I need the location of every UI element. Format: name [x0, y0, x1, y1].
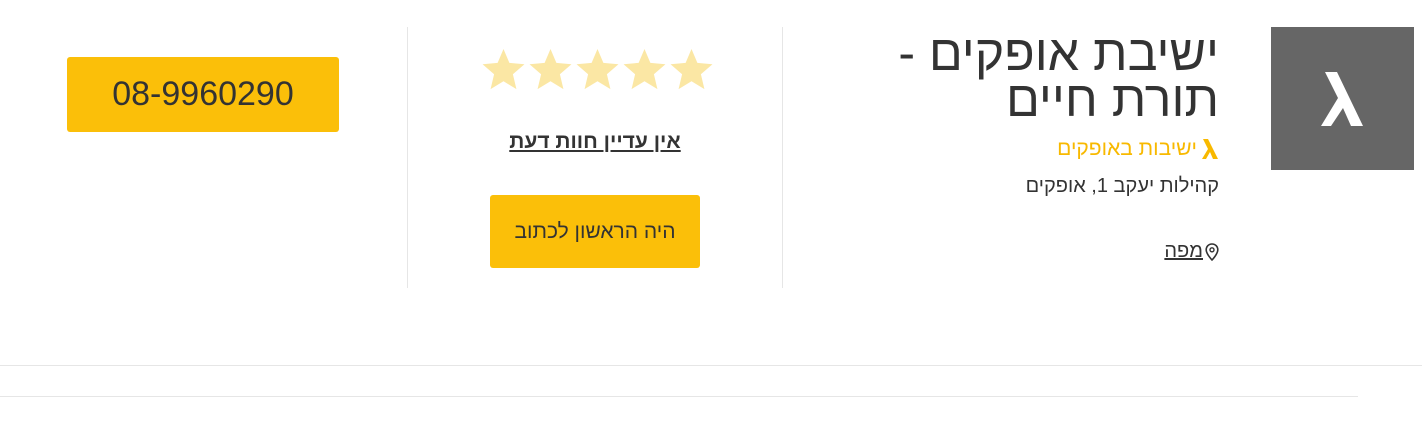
map-link-label: מפה — [1164, 240, 1203, 262]
star-icon[interactable] — [527, 46, 574, 93]
business-title: ישיבת אופקים - תורת חיים — [898, 25, 1219, 127]
category-link[interactable]: ישיבות באופקים — [1057, 137, 1219, 161]
no-reviews-link[interactable]: אין עדיין חוות דעת — [408, 130, 782, 154]
column-divider-left — [407, 27, 408, 288]
business-address: קהילות יעקב 1, אופקים — [1025, 175, 1219, 197]
rating-stars[interactable] — [480, 46, 716, 94]
map-link[interactable]: מפה — [1164, 240, 1219, 263]
write-review-button[interactable]: היה הראשון לכתוב — [490, 195, 700, 268]
lambda-category-icon — [1202, 139, 1218, 159]
star-icon[interactable] — [668, 46, 715, 93]
category-label: ישיבות באופקים — [1057, 137, 1197, 160]
business-logo — [1271, 27, 1414, 170]
phone-button[interactable]: 08-9960290 — [67, 57, 339, 132]
lambda-logo-icon — [1320, 71, 1363, 126]
star-icon[interactable] — [574, 46, 621, 93]
section-divider — [0, 365, 1422, 366]
column-divider-right — [782, 27, 783, 288]
star-icon[interactable] — [621, 46, 668, 93]
map-pin-icon — [1205, 242, 1219, 261]
section-divider — [0, 396, 1358, 397]
star-icon[interactable] — [480, 46, 527, 93]
